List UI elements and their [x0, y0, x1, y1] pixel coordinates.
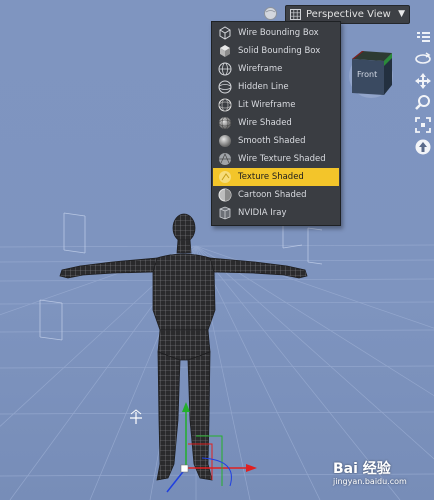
- menu-item-label: Wire Bounding Box: [238, 28, 319, 38]
- menu-item-label: Texture Shaded: [238, 172, 304, 182]
- hidden-line-sphere-icon: [218, 80, 232, 94]
- menu-item-label: Wire Texture Shaded: [238, 154, 326, 164]
- nav-cube-face-label: Front: [357, 70, 378, 79]
- wire-shaded-sphere-icon: [218, 116, 232, 130]
- menu-item-wire-texture-shaded[interactable]: Wire Texture Shaded: [213, 150, 339, 168]
- menu-item-smooth-shaded[interactable]: Smooth Shaded: [213, 132, 339, 150]
- cartoon-shaded-icon: [218, 188, 232, 202]
- smooth-shaded-sphere-icon: [219, 135, 231, 147]
- pan-icon[interactable]: [414, 72, 432, 90]
- menu-item-wireframe[interactable]: Wireframe: [213, 60, 339, 78]
- menu-item-nvidia-iray[interactable]: NVIDIA Iray: [213, 204, 339, 222]
- wireframe-sphere-icon: [218, 62, 232, 76]
- lit-wireframe-sphere-icon: [218, 98, 232, 112]
- menu-item-solid-bounding-box[interactable]: Solid Bounding Box: [213, 42, 339, 60]
- watermark-site: jingyan.baidu.com: [333, 477, 407, 486]
- grid-icon: [290, 9, 301, 20]
- figure-genesis: [59, 213, 308, 481]
- menu-item-label: Smooth Shaded: [238, 136, 306, 146]
- menu-item-cartoon-shaded[interactable]: Cartoon Shaded: [213, 186, 339, 204]
- menu-item-label: Cartoon Shaded: [238, 190, 307, 200]
- drawstyle-menu: Wire Bounding Box Solid Bounding Box Wir…: [211, 21, 341, 226]
- navigation-cube[interactable]: Front: [348, 49, 394, 99]
- solid-bounding-box-icon: [220, 45, 230, 57]
- menu-item-lit-wireframe[interactable]: Lit Wireframe: [213, 96, 339, 114]
- zoom-icon[interactable]: [414, 94, 432, 112]
- menu-item-label: Lit Wireframe: [238, 100, 296, 110]
- menu-item-texture-shaded[interactable]: Texture Shaded: [213, 168, 339, 186]
- frame-icon[interactable]: [414, 116, 432, 134]
- menu-icon[interactable]: [414, 28, 432, 46]
- globe-icon[interactable]: [263, 6, 278, 21]
- menu-item-hidden-line[interactable]: Hidden Line: [213, 78, 339, 96]
- menu-item-label: Solid Bounding Box: [238, 46, 321, 56]
- wire-bounding-box-icon: [219, 26, 231, 40]
- orbit-icon[interactable]: [414, 50, 432, 68]
- reset-view-icon[interactable]: [414, 138, 432, 156]
- watermark-brand: Bai 经验: [333, 461, 391, 477]
- menu-item-wire-bounding-box[interactable]: Wire Bounding Box: [213, 24, 339, 42]
- 3d-viewport[interactable]: Perspective View ▼ Front Wire Bounding B…: [0, 0, 434, 500]
- menu-item-wire-shaded[interactable]: Wire Shaded: [213, 114, 339, 132]
- menu-item-label: NVIDIA Iray: [238, 208, 287, 218]
- nvidia-iray-icon: [219, 206, 231, 220]
- wire-texture-shaded-icon: [219, 153, 231, 165]
- menu-item-label: Hidden Line: [238, 82, 289, 92]
- menu-item-label: Wireframe: [238, 64, 283, 74]
- menu-item-label: Wire Shaded: [238, 118, 292, 128]
- texture-shaded-icon: [219, 171, 231, 183]
- chevron-down-icon: ▼: [398, 9, 405, 19]
